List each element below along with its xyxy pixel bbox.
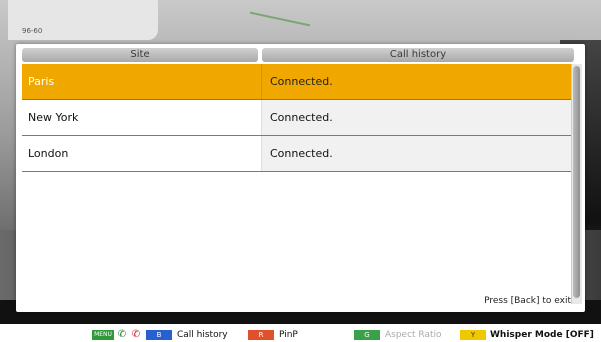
- call-history-panel: Site Call history Paris Connected. New Y…: [16, 44, 585, 312]
- yellow-key[interactable]: Y: [460, 330, 486, 340]
- row-status: Connected.: [262, 64, 574, 99]
- table-row-london[interactable]: London Connected.: [22, 136, 574, 172]
- green-key-label: Aspect Ratio: [385, 330, 442, 340]
- blue-key-label: Call history: [177, 330, 228, 340]
- yellow-key-label: Whisper Mode [OFF]: [490, 330, 594, 340]
- row-site: Paris: [22, 64, 262, 99]
- menu-button[interactable]: MENU: [92, 330, 114, 340]
- row-site: New York: [22, 100, 262, 135]
- row-status: Connected.: [262, 136, 574, 171]
- list-scrollbar[interactable]: [571, 64, 582, 304]
- call-hangup-icon: ✆: [131, 329, 141, 340]
- background-text: 96-60: [22, 27, 43, 35]
- table-row-new-york[interactable]: New York Connected.: [22, 100, 574, 136]
- row-status: Connected.: [262, 100, 574, 135]
- scrollbar-thumb[interactable]: [573, 66, 580, 298]
- red-key[interactable]: R: [248, 330, 274, 340]
- row-site: London: [22, 136, 262, 171]
- bottom-control-bar: MENU ✆ ✆ B Call history R PinP G Aspect …: [0, 324, 601, 342]
- header-call-history: Call history: [262, 48, 574, 62]
- call-answer-icon: ✆: [117, 329, 127, 340]
- table-row-paris[interactable]: Paris Connected.: [22, 64, 574, 100]
- call-history-list: Paris Connected. New York Connected. Lon…: [22, 64, 574, 172]
- red-key-label: PinP: [279, 330, 298, 340]
- table-header: Site Call history: [22, 48, 574, 62]
- header-site: Site: [22, 48, 258, 62]
- exit-hint: Press [Back] to exit: [484, 296, 571, 306]
- green-key[interactable]: G: [354, 330, 380, 340]
- blue-key[interactable]: B: [146, 330, 172, 340]
